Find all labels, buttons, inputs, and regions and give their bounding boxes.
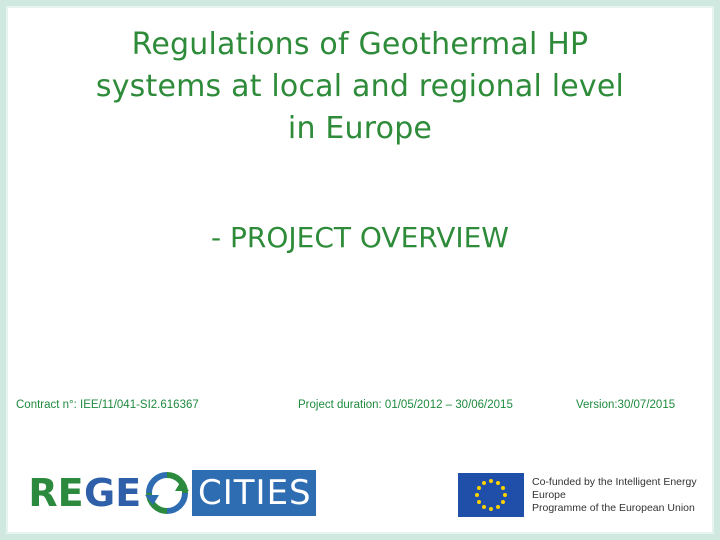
contract-number: Contract n°: IEE/11/041-SI2.616367 [16,399,199,411]
title-line-2: systems at local and regional level [95,69,625,104]
project-duration: Project duration: 01/05/2012 – 30/06/201… [298,399,513,411]
eu-text-line-2: Programme of the European Union [532,501,695,514]
regeocities-logo: RE GE CITIES [28,470,316,516]
eu-funding-notice: Co-funded by the Intelligent Energy Euro… [458,472,708,518]
logo-text-re: RE [28,470,84,516]
logo-text-cities: CITIES [192,470,316,516]
eu-funding-text: Co-funded by the Intelligent Energy Euro… [532,476,708,515]
eu-flag-icon [458,473,524,517]
logo-text-ge: GE [84,470,142,516]
logo-circle-arrows-icon [142,470,192,516]
version-date: Version:30/07/2015 [576,399,676,411]
title-line-3: in Europe [287,111,433,146]
title-line-1: Regulations of Geothermal HP [131,27,589,62]
slide-title: Regulations of Geothermal HP systems at … [40,24,680,150]
eu-text-line-1: Co-funded by the Intelligent Energy Euro… [532,475,697,501]
slide-subtitle: - PROJECT OVERVIEW [211,221,509,254]
